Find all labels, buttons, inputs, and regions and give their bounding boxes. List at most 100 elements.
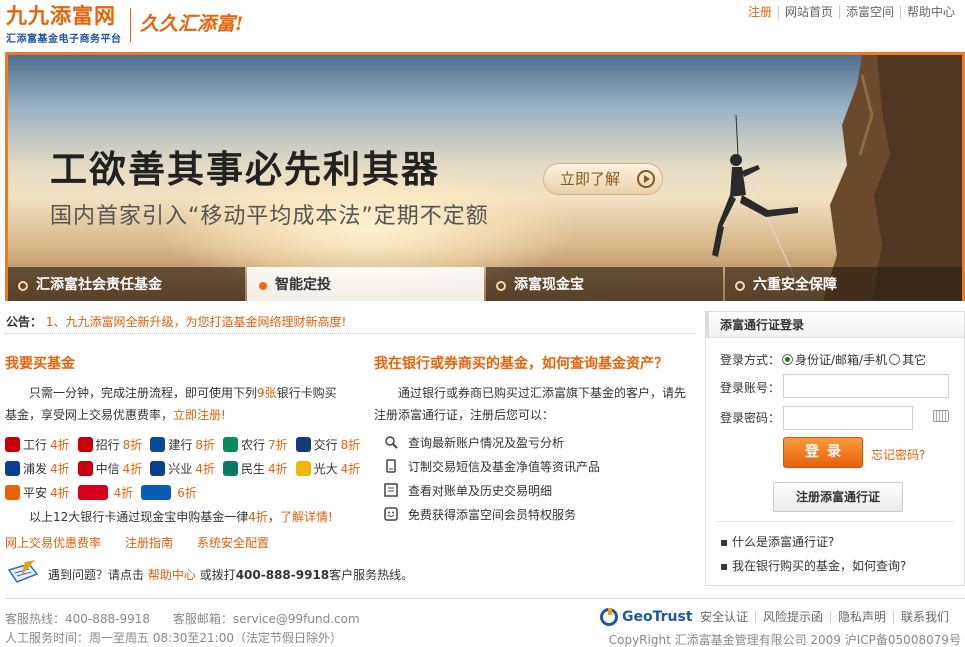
query-fund-intro: 通过银行或券商已购买过汇添富旗下基金的客户，请先注册添富通行证，注册后您可以： — [374, 386, 687, 422]
bank-name: 民生 — [240, 461, 265, 476]
bank-logo-icon — [5, 436, 20, 452]
learn-more-button[interactable]: 立即了解 — [543, 163, 663, 195]
login-title: 添富通行证登录 — [706, 312, 964, 338]
password-input[interactable] — [783, 406, 913, 430]
bank-discount: 4折 — [50, 437, 70, 452]
nav-help-link[interactable]: 帮助中心 — [899, 6, 961, 19]
tab-cash-treasure[interactable]: 添富现金宝 — [486, 267, 723, 301]
bank-name: 建行 — [168, 437, 193, 452]
logo-divider — [130, 8, 131, 42]
footer-links: 安全认证 风险提示函 隐私声明 联系我们 — [700, 611, 956, 623]
announcement-link[interactable]: 1、九九添富网全新升级，为您打造基金网络理财新高度! — [46, 315, 346, 329]
feature-item: 查询最新账户情况及盈亏分析 — [384, 430, 600, 454]
footer-link-contact[interactable]: 联系我们 — [893, 611, 956, 623]
feature-item: 查看对账单及历史交易明细 — [384, 478, 600, 502]
smile-icon — [384, 507, 398, 521]
bank-logo-icon — [77, 436, 93, 452]
forgot-password-link[interactable]: 忘记密码? — [871, 446, 925, 463]
feature-text: 查询最新账户情况及盈亏分析 — [408, 435, 565, 450]
bank-discount: 4折 — [50, 461, 70, 476]
statement-icon — [384, 483, 398, 497]
search-icon — [385, 436, 398, 449]
climber-image — [712, 115, 799, 285]
hero-banner[interactable]: 工欲善其事必先利其器 国内首家引入“移动平均成本法”定期不定额 立即了解 汇添富… — [5, 52, 965, 301]
footer-link-risk[interactable]: 风险提示函 — [755, 611, 830, 623]
bank-name: 农行 — [240, 437, 265, 452]
bank-item: 中信 4折 — [77, 460, 142, 477]
bank-discount: 8折 — [195, 437, 215, 452]
faq-what-is-pass[interactable]: ▪ 什么是添富通行证? — [720, 533, 834, 550]
buy-fund-title: 我要买基金 — [5, 356, 75, 372]
tab-smart-invest[interactable]: 智能定投 — [247, 267, 484, 301]
bank-discount: 4折 — [195, 461, 215, 476]
help-line: 遇到问题？请点击 帮助中心 或拨打400-888-9918客户服务热线。 — [48, 568, 414, 582]
footer-link-security[interactable]: 安全认证 — [700, 611, 755, 623]
bank-item: 工行 4折 — [5, 436, 70, 453]
bank-logo-icon — [77, 484, 108, 500]
bank-logo-icon — [222, 436, 238, 452]
account-input[interactable] — [783, 374, 949, 398]
fee-rate-link[interactable]: 网上交易优惠费率 — [5, 534, 101, 551]
feature-text: 订制交易短信及基金净值等资讯产品 — [408, 459, 601, 474]
bank-item: 农行 7折 — [222, 436, 288, 453]
bank-item: 兴业 4折 — [150, 460, 215, 477]
faq-query-bank-fund[interactable]: ▪ 我在银行购买的基金，如何查询? — [720, 557, 906, 574]
feature-text: 查看对账单及历史交易明细 — [408, 483, 553, 498]
footer-contact: 客服热线：400-888-9918 客服邮箱：service@99fund.co… — [5, 610, 360, 627]
tab-social-fund[interactable]: 汇添富社会责任基金 — [8, 267, 245, 301]
service-links: 网上交易优惠费率 注册指南 系统安全配置 — [5, 534, 269, 551]
bank-item: 4折 — [77, 484, 133, 501]
login-method-label: 登录方式： — [720, 353, 781, 367]
tab-dot-icon — [735, 281, 745, 291]
account-label: 登录账号： — [720, 381, 781, 395]
banner-subline: 国内首家引入“移动平均成本法”定期不定额 — [50, 204, 489, 229]
bank-logo-icon — [150, 460, 166, 476]
nav-register-link[interactable]: 注册 — [742, 6, 778, 19]
help-center-link[interactable]: 帮助中心 — [148, 568, 196, 582]
bank-item: 民生 4折 — [222, 460, 288, 477]
tab-security[interactable]: 六重安全保障 — [725, 267, 962, 301]
tab-label: 添富现金宝 — [514, 277, 584, 293]
hotline-text: 客服热线：400-888-9918 — [5, 612, 151, 626]
bank-logo-icon — [295, 460, 311, 476]
bank-item: 建行 8折 — [150, 436, 215, 453]
password-label: 登录密码： — [720, 411, 781, 425]
query-fund-title: 我在银行或券商买的基金，如何查询基金资产？ — [374, 356, 668, 372]
banner-tabs: 汇添富社会责任基金 智能定投 添富现金宝 六重安全保障 — [8, 267, 962, 301]
bank-name: 平安 — [23, 485, 48, 500]
announcement-label: 公告： — [6, 315, 43, 329]
bank-logo-icon — [5, 484, 20, 500]
login-button[interactable]: 登录 — [783, 437, 863, 468]
learn-details-link[interactable]: 了解详情! — [280, 510, 333, 524]
nav-space-link[interactable]: 添富空间 — [838, 6, 900, 19]
divider — [716, 521, 954, 522]
nav-home-link[interactable]: 网站首页 — [777, 6, 839, 19]
bank-item: 光大 4折 — [295, 460, 360, 477]
register-guide-link[interactable]: 注册指南 — [125, 534, 173, 551]
register-now-link[interactable]: 立即注册! — [173, 408, 226, 422]
logo-subtitle: 汇添富基金电子商务平台 — [6, 34, 122, 45]
radio-other[interactable] — [889, 354, 901, 365]
bank-discount-note: 以上12大银行卡通过现金宝申购基金一律4折，了解详情! — [29, 510, 333, 524]
bank-name: 中信 — [95, 461, 120, 476]
site-logo[interactable]: 九九添富网 — [6, 4, 116, 28]
bank-discount: 6折 — [177, 485, 197, 500]
keyboard-icon[interactable] — [933, 410, 949, 422]
bank-item: 浦发 4折 — [5, 460, 70, 477]
bank-discount: 4折 — [267, 461, 288, 476]
bank-logo-icon — [77, 460, 93, 476]
tab-label: 智能定投 — [275, 277, 331, 293]
bank-row: 工行 4折 招行 8折 建行 8折 农行 7折 交行 8折 — [5, 432, 365, 456]
geotrust-badge[interactable]: GeoTrust — [600, 608, 693, 626]
radio-id-email-phone[interactable] — [782, 354, 794, 365]
security-config-link[interactable]: 系统安全配置 — [197, 534, 269, 551]
help-pen-icon — [7, 560, 39, 583]
announcement: 公告： 1、九九添富网全新升级，为您打造基金网络理财新高度! — [6, 313, 346, 330]
bank-discount: 7折 — [267, 437, 288, 452]
tab-dot-icon — [496, 281, 506, 291]
phone-icon — [386, 459, 396, 473]
register-pass-button[interactable]: 注册添富通行证 — [773, 482, 903, 512]
feature-item: 免费获得添富空间会员特权服务 — [384, 502, 600, 526]
footer-link-privacy[interactable]: 隐私声明 — [830, 611, 893, 623]
bank-name: 招行 — [95, 437, 120, 452]
